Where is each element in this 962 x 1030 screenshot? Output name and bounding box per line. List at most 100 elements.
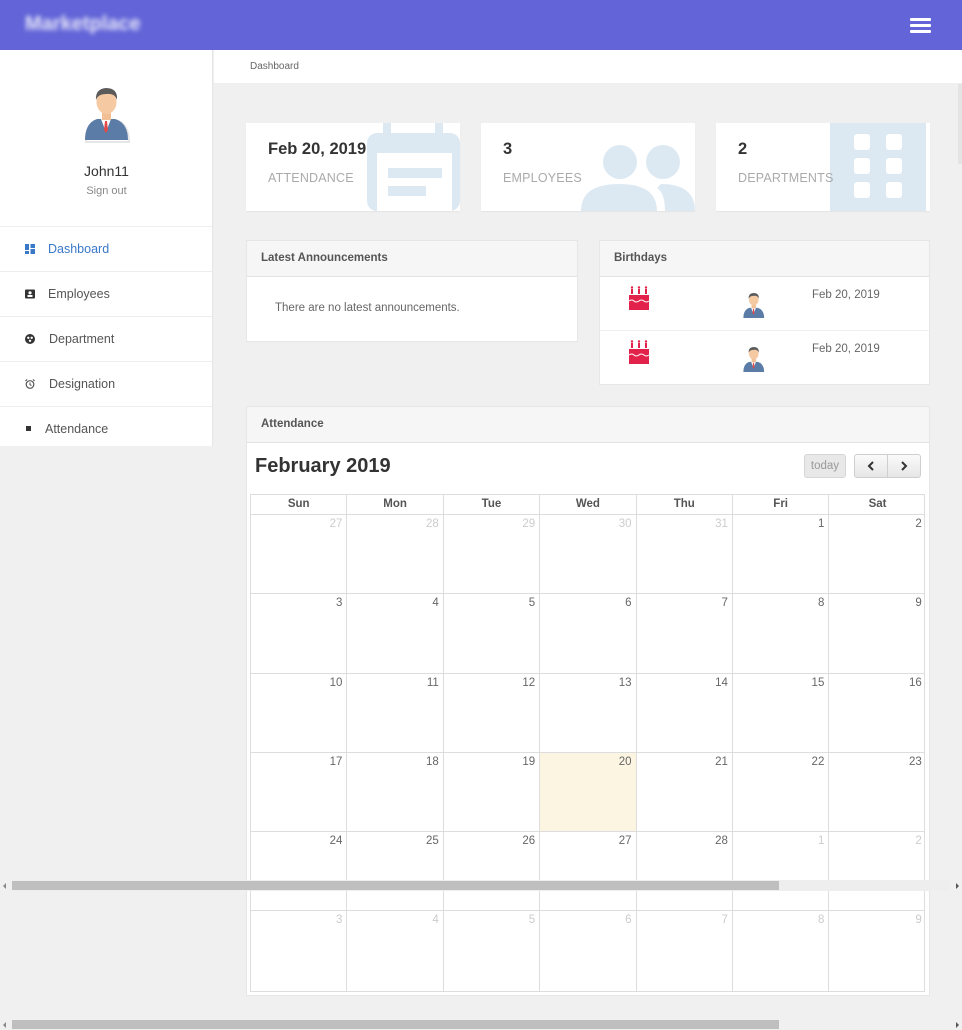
- day-number: 9: [915, 597, 922, 610]
- calendar-day[interactable]: 9: [829, 911, 925, 991]
- horizontal-scrollbar-inner[interactable]: [0, 880, 962, 891]
- calendar-day[interactable]: 1: [733, 515, 830, 594]
- calendar-day[interactable]: 31: [637, 515, 733, 594]
- chevron-left-icon: [867, 461, 874, 471]
- birthdays-panel: Birthdays Feb 20, 2019 Feb 20, 2019: [599, 240, 930, 385]
- user-avatar-icon: [84, 88, 131, 143]
- calendar-day[interactable]: 19: [444, 752, 541, 832]
- day-number: 28: [425, 518, 439, 530]
- calendar-day[interactable]: 18: [347, 752, 444, 832]
- calendar-grid: Sun Mon Tue Wed Thu Fri Sat 27 28 29 30 31 1 2…: [250, 494, 925, 993]
- calendar-day[interactable]: 1: [733, 832, 830, 911]
- day-number: 29: [522, 518, 536, 530]
- today-button[interactable]: today: [804, 454, 846, 478]
- calendar-day-today[interactable]: 20: [540, 752, 637, 832]
- calendar-day[interactable]: 3: [251, 594, 348, 673]
- calendar-day[interactable]: 25: [347, 832, 444, 911]
- day-of-week: Mon: [347, 495, 444, 514]
- stat-card-departments[interactable]: 2 DEPARTMENTS: [716, 123, 930, 211]
- calendar-day[interactable]: 8: [733, 594, 830, 673]
- scroll-right-arrow-icon[interactable]: [956, 1022, 959, 1028]
- next-month-button[interactable]: [888, 455, 921, 477]
- square-icon: [26, 426, 31, 431]
- day-number: 22: [811, 755, 825, 768]
- breadcrumb: Dashboard: [214, 50, 962, 83]
- sidebar-item-dashboard[interactable]: Dashboard: [0, 227, 212, 272]
- stat-card-attendance[interactable]: Feb 20, 2019 ATTENDANCE: [246, 123, 460, 211]
- panel-header: Latest Announcements: [247, 241, 577, 277]
- calendar-day[interactable]: 2: [829, 832, 925, 910]
- day-number: 7: [721, 597, 728, 610]
- day-number: 11: [426, 676, 439, 689]
- calendar-day[interactable]: 4: [347, 594, 444, 673]
- calendar-day[interactable]: 30: [540, 515, 637, 594]
- user-avatar-icon: [743, 346, 765, 372]
- day-number: 21: [715, 755, 728, 768]
- scroll-left-arrow-icon[interactable]: [3, 1022, 6, 1028]
- sidebar-item-department[interactable]: Department: [0, 317, 212, 362]
- calendar-day[interactable]: 28: [347, 515, 444, 594]
- calendar-day[interactable]: 14: [637, 673, 733, 752]
- calendar-day[interactable]: 3: [251, 911, 348, 992]
- calendar-nav-group: [854, 454, 921, 478]
- calendar-day[interactable]: 5: [444, 594, 541, 673]
- calendar-day[interactable]: 10: [251, 673, 348, 752]
- day-number: 25: [425, 835, 439, 848]
- day-number: 20: [618, 755, 632, 768]
- sidebar-item-designation[interactable]: Designation: [0, 362, 212, 407]
- calendar-day[interactable]: 22: [733, 752, 830, 832]
- day-number: 2: [915, 518, 922, 530]
- calendar-day[interactable]: 23: [829, 753, 925, 831]
- birthday-date: Feb 20, 2019: [812, 289, 880, 301]
- day-number: 5: [528, 597, 536, 610]
- calendar-day[interactable]: 5: [444, 911, 541, 992]
- calendar-week-row: 17 18 19 20 21 22 23: [251, 752, 925, 833]
- calendar-day[interactable]: 13: [540, 673, 637, 752]
- calendar-day[interactable]: 15: [733, 673, 830, 752]
- day-number: 1: [817, 518, 825, 530]
- calendar-day[interactable]: 9: [829, 594, 925, 672]
- calendar-day[interactable]: 7: [637, 594, 733, 673]
- calendar-day[interactable]: 11: [347, 673, 444, 752]
- calendar-day[interactable]: 29: [444, 515, 541, 594]
- panel-header: Birthdays: [600, 241, 929, 277]
- calendar-day[interactable]: 6: [540, 911, 637, 992]
- calendar-day[interactable]: 8: [733, 911, 830, 992]
- day-number: 13: [618, 676, 632, 689]
- stat-card-employees[interactable]: 3 EMPLOYEES: [481, 123, 695, 211]
- calendar-day[interactable]: 28: [637, 832, 733, 911]
- panel-header: Attendance: [247, 407, 929, 443]
- brand-logo[interactable]: Marketplace: [25, 13, 141, 36]
- calendar-day[interactable]: 27: [540, 832, 637, 911]
- calendar-day[interactable]: 21: [637, 752, 733, 832]
- scroll-right-arrow-icon[interactable]: [956, 883, 959, 889]
- calendar-day[interactable]: 17: [251, 752, 348, 832]
- calendar-day[interactable]: 2: [829, 515, 925, 593]
- prev-month-button[interactable]: [855, 455, 888, 477]
- calendar-day[interactable]: 16: [829, 674, 925, 752]
- calendar-day[interactable]: 7: [637, 911, 733, 992]
- user-name: John11: [84, 163, 129, 179]
- panel-title: Latest Announcements: [261, 252, 388, 264]
- sidebar-item-employees[interactable]: Employees: [0, 272, 212, 317]
- day-number: 5: [528, 914, 536, 927]
- scrollbar-thumb[interactable]: [12, 881, 779, 890]
- day-number: 26: [522, 835, 536, 848]
- sidebar-item-attendance[interactable]: Attendance: [0, 407, 212, 452]
- scrollbar-thumb[interactable]: [12, 1020, 779, 1029]
- hamburger-menu-icon[interactable]: [910, 17, 931, 33]
- calendar-day[interactable]: 27: [251, 515, 348, 594]
- calendar-day[interactable]: 12: [444, 673, 541, 752]
- calendar-day[interactable]: 24: [251, 832, 348, 911]
- vertical-scrollbar-edge[interactable]: [958, 84, 962, 164]
- day-number: 4: [432, 597, 439, 610]
- calendar-day[interactable]: 4: [347, 911, 444, 992]
- scroll-left-arrow-icon[interactable]: [3, 883, 6, 889]
- calendar-day[interactable]: 26: [444, 832, 541, 911]
- horizontal-scrollbar-page[interactable]: [0, 1019, 962, 1030]
- sign-out-link[interactable]: Sign out: [0, 185, 213, 197]
- breadcrumb-item-current: Dashboard: [250, 61, 299, 72]
- calendar-day[interactable]: 6: [540, 594, 637, 673]
- day-number: 14: [715, 676, 728, 689]
- day-number: 8: [817, 914, 825, 927]
